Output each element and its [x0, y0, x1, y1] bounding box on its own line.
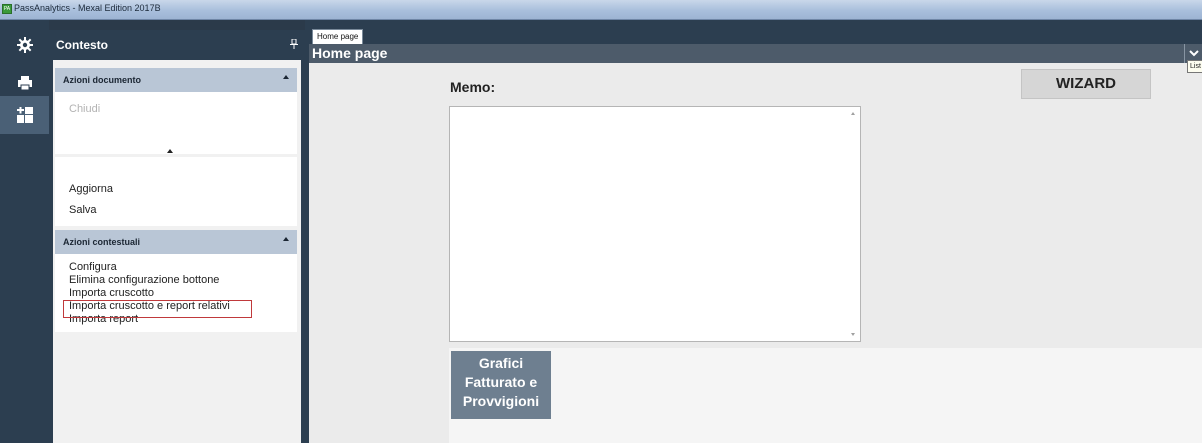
action-aggiorna[interactable]: Aggiorna	[69, 183, 113, 195]
context-panel-header: Contesto	[49, 30, 305, 60]
memo-scrollbar[interactable]	[846, 107, 860, 341]
grafici-line-1: Grafici	[478, 355, 524, 371]
section-header-azioni-contestuali[interactable]: Azioni contestuali	[55, 230, 297, 254]
section-title: Azioni documento	[63, 75, 141, 85]
settings-button[interactable]	[0, 26, 49, 64]
page-title: Home page	[312, 45, 388, 61]
tab-home-page[interactable]: Home page	[312, 29, 364, 44]
collapse-caret-icon	[283, 75, 289, 79]
left-rail	[0, 20, 49, 443]
list-tooltip: List	[1187, 60, 1202, 73]
wizard-button[interactable]: WIZARD	[1021, 69, 1151, 99]
grafici-line-2: Fatturato e	[464, 374, 538, 390]
memo-label: Memo:	[450, 79, 496, 95]
lower-panel	[449, 348, 1202, 443]
section-body-azioni-documento: Chiudi Aggiorna Salva	[55, 92, 297, 226]
action-chiudi[interactable]: Chiudi	[69, 103, 100, 115]
action-configura[interactable]: Configura	[69, 261, 117, 273]
window-title: PassAnalytics - Mexal Edition 2017B	[14, 3, 161, 13]
document-area: Home page Home page List Memo: WIZARD Gr…	[309, 20, 1202, 443]
selection-highlight	[63, 300, 252, 318]
section-title: Azioni contestuali	[63, 237, 141, 247]
section-divider	[55, 154, 297, 157]
app-logo-icon: PA	[2, 4, 12, 14]
page-header-bar: Home page	[309, 44, 1202, 63]
action-elimina-configurazione[interactable]: Elimina configurazione bottone	[69, 274, 219, 286]
grafici-fatturato-provvigioni-button[interactable]: Grafici Fatturato e Provvigioni	[451, 351, 551, 419]
scroll-down-icon[interactable]	[851, 333, 855, 336]
action-importa-cruscotto[interactable]: Importa cruscotto	[69, 287, 154, 299]
section-body-azioni-contestuali: Configura Elimina configurazione bottone…	[55, 254, 297, 332]
pin-icon[interactable]	[290, 39, 298, 49]
dashboard-button[interactable]	[0, 96, 49, 134]
left-margin-area	[309, 63, 449, 443]
scroll-up-caret-icon[interactable]	[167, 149, 173, 153]
printer-icon	[17, 76, 32, 91]
context-panel-title: Contesto	[56, 38, 108, 52]
action-salva[interactable]: Salva	[69, 204, 97, 216]
context-panel: Contesto Azioni documento Chiudi Aggiorn…	[49, 30, 305, 443]
gear-icon	[16, 37, 33, 53]
dashboard-add-icon	[16, 107, 33, 123]
scroll-up-icon[interactable]	[851, 112, 855, 115]
window-title-bar: PA PassAnalytics - Mexal Edition 2017B	[0, 0, 1202, 20]
collapse-caret-icon	[283, 237, 289, 241]
memo-textarea[interactable]	[449, 106, 861, 342]
context-panel-body: Azioni documento Chiudi Aggiorna Salva A…	[53, 60, 301, 443]
tab-strip: Home page	[309, 20, 1202, 44]
section-header-azioni-documento[interactable]: Azioni documento	[55, 68, 297, 92]
grafici-line-3: Provvigioni	[462, 393, 540, 409]
chevron-down-icon	[1189, 50, 1199, 57]
